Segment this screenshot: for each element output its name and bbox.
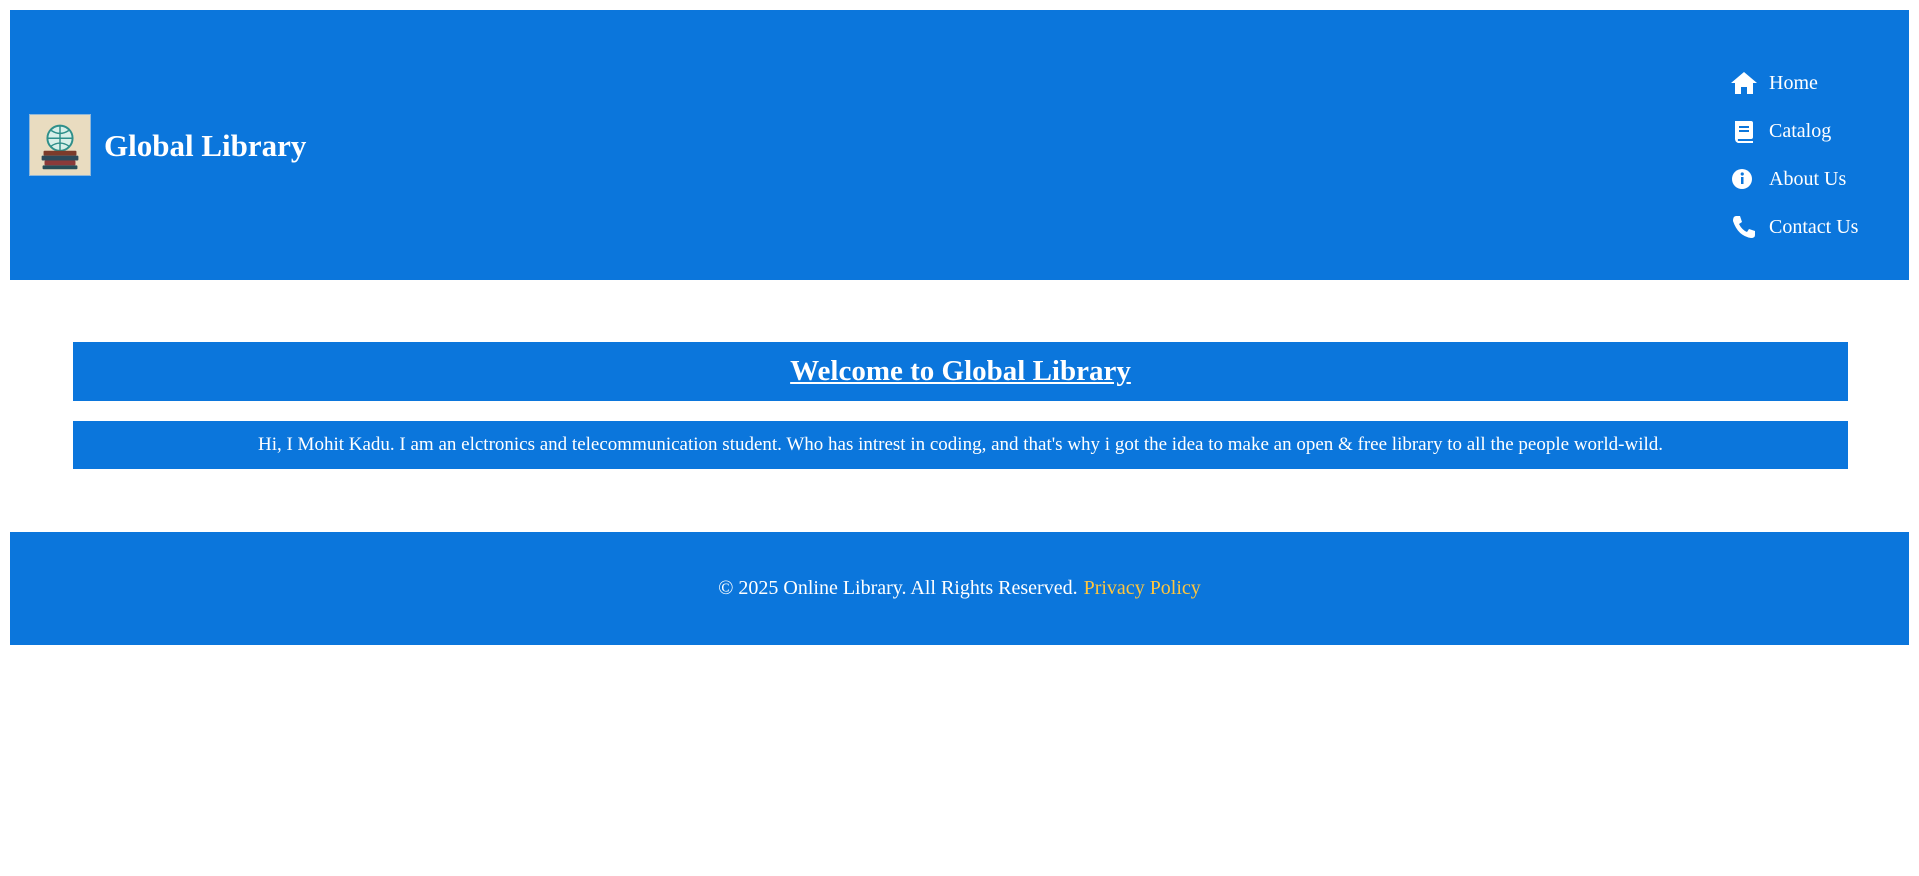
info-icon (1732, 169, 1752, 189)
welcome-banner: Welcome to Global Library (73, 342, 1848, 401)
book-icon (1734, 121, 1753, 143)
main-nav: Home Catalog About Us Contact Us (1730, 59, 1900, 251)
nav-item-about-us[interactable]: About Us (1730, 155, 1900, 203)
nav-item-label: Contact Us (1769, 215, 1859, 238)
site-title: Global Library (104, 127, 307, 163)
page: Global Library Home Catalog About Us Con… (0, 0, 1919, 876)
nav-item-label: Home (1769, 71, 1818, 94)
phone-icon (1733, 216, 1755, 238)
globe-books-logo-icon[interactable] (29, 114, 91, 176)
nav-item-label: Catalog (1769, 119, 1832, 142)
site-header: Global Library Home Catalog About Us Con… (10, 10, 1909, 280)
brand[interactable]: Global Library (29, 114, 306, 176)
intro-banner: Hi, I Mohit Kadu. I am an elctronics and… (73, 421, 1848, 469)
nav-item-contact-us[interactable]: Contact Us (1730, 203, 1900, 251)
nav-item-catalog[interactable]: Catalog (1730, 107, 1900, 155)
intro-text: Hi, I Mohit Kadu. I am an elctronics and… (257, 434, 1664, 455)
nav-item-home[interactable]: Home (1730, 59, 1900, 107)
site-footer: © 2025 Online Library. All Rights Reserv… (10, 532, 1909, 645)
privacy-policy-link[interactable]: Privacy Policy (1084, 577, 1201, 600)
nav-item-label: About Us (1769, 167, 1847, 190)
home-icon (1731, 72, 1757, 94)
copyright-text: © 2025 Online Library. All Rights Reserv… (718, 577, 1078, 599)
welcome-heading: Welcome to Global Library (790, 355, 1131, 387)
